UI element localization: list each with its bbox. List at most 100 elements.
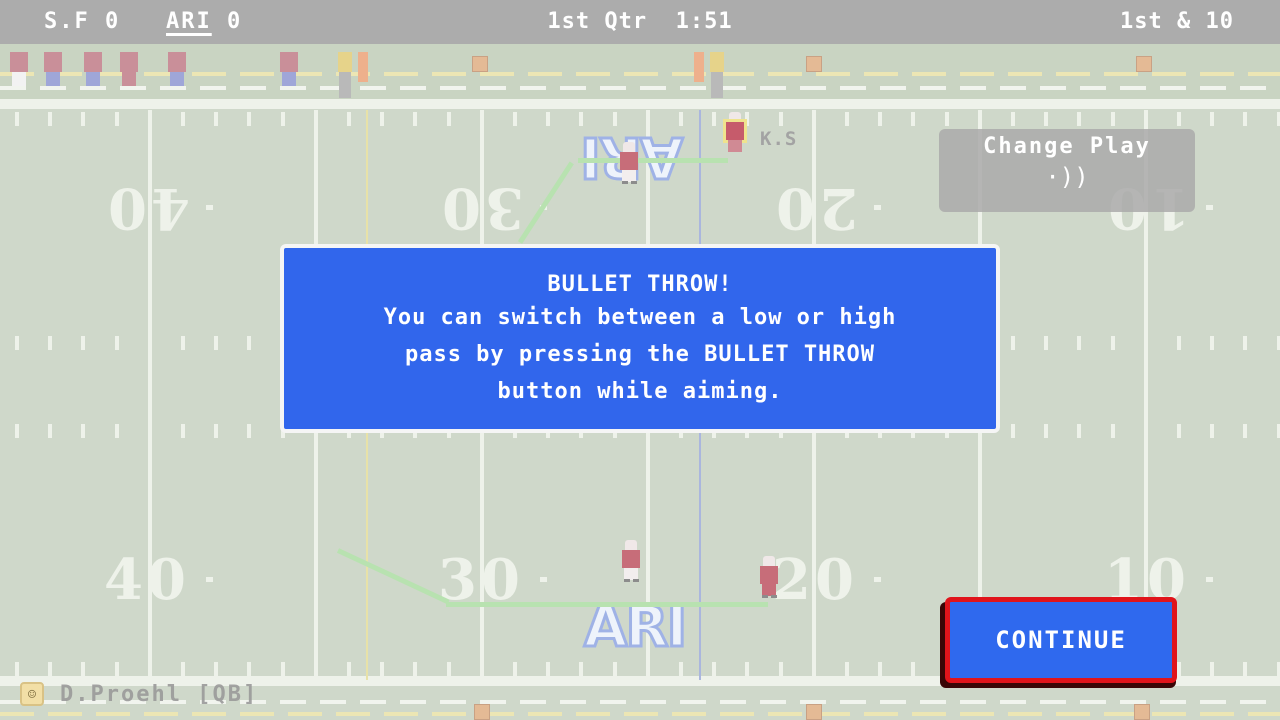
hash-mark bbox=[1210, 336, 1214, 350]
hash-mark bbox=[1044, 336, 1048, 350]
yard-arrow bbox=[540, 577, 547, 582]
hash-mark bbox=[1111, 336, 1115, 350]
hash-mark bbox=[911, 112, 915, 126]
hash-mark bbox=[1177, 112, 1181, 126]
hash-mark bbox=[413, 662, 417, 676]
yard-number-top: 30 bbox=[438, 175, 524, 241]
hash-mark bbox=[1111, 112, 1115, 126]
scoreboard-bar: S.F 0 ARI 0 1st Qtr 1:51 1st & 10 bbox=[0, 0, 1280, 44]
player-receiver[interactable] bbox=[620, 540, 642, 582]
hash-mark bbox=[447, 662, 451, 676]
player-receiver-selected[interactable] bbox=[724, 112, 746, 154]
hash-mark bbox=[978, 112, 982, 126]
hash-mark bbox=[447, 112, 451, 126]
hash-mark bbox=[1011, 424, 1015, 438]
sideline-player bbox=[280, 46, 298, 86]
hash-mark bbox=[1077, 112, 1081, 126]
hash-mark bbox=[115, 336, 119, 350]
hash-mark bbox=[181, 336, 185, 350]
hash-mark bbox=[613, 662, 617, 676]
continue-button[interactable]: CONTINUE bbox=[945, 597, 1177, 683]
hash-mark bbox=[1210, 112, 1214, 126]
yard-arrow bbox=[874, 205, 881, 210]
down-marker bbox=[472, 56, 488, 72]
hash-mark bbox=[1044, 112, 1048, 126]
chain-marker bbox=[694, 46, 704, 100]
hash-mark bbox=[1177, 424, 1181, 438]
down-distance: 1st & 10 bbox=[1120, 9, 1234, 34]
hash-mark bbox=[148, 662, 152, 676]
hash-mark bbox=[247, 662, 251, 676]
hash-mark bbox=[15, 424, 19, 438]
hash-mark bbox=[115, 424, 119, 438]
hash-mark bbox=[1077, 336, 1081, 350]
hash-mark bbox=[945, 112, 949, 126]
chain-marker bbox=[358, 46, 368, 100]
hash-mark bbox=[1210, 424, 1214, 438]
down-marker bbox=[1136, 56, 1152, 72]
hash-mark bbox=[48, 112, 52, 126]
hash-mark bbox=[380, 662, 384, 676]
receiver-route bbox=[336, 548, 450, 605]
hash-mark bbox=[281, 662, 285, 676]
hash-mark bbox=[1144, 112, 1148, 126]
yard-number-bottom: 30 bbox=[438, 547, 524, 613]
yard-arrow bbox=[206, 205, 213, 210]
hash-mark bbox=[15, 336, 19, 350]
hash-mark bbox=[546, 662, 550, 676]
hash-mark bbox=[878, 112, 882, 126]
player-receiver[interactable] bbox=[618, 142, 640, 184]
hash-mark bbox=[148, 424, 152, 438]
hash-mark bbox=[1077, 424, 1081, 438]
hash-mark bbox=[247, 336, 251, 350]
sideline-dash-yellow bbox=[0, 72, 1280, 76]
game-clock: 1st Qtr 1:51 bbox=[0, 9, 1280, 34]
hash-mark bbox=[181, 112, 185, 126]
hash-mark bbox=[1210, 662, 1214, 676]
hash-mark bbox=[347, 112, 351, 126]
smiley-face-icon: ☺ bbox=[20, 682, 44, 706]
sideline-player bbox=[10, 46, 28, 86]
down-marker bbox=[806, 704, 822, 720]
hash-mark bbox=[314, 662, 318, 676]
hash-mark bbox=[148, 112, 152, 126]
hash-mark bbox=[546, 112, 550, 126]
hash-mark bbox=[1243, 424, 1247, 438]
team-logo-bottom: ARI bbox=[582, 595, 688, 660]
hash-mark bbox=[15, 662, 19, 676]
change-play-button[interactable]: Change Play ·)) bbox=[939, 129, 1195, 212]
yard-arrow bbox=[206, 577, 213, 582]
yard-arrow bbox=[1206, 205, 1213, 210]
player-receiver[interactable] bbox=[758, 556, 780, 598]
receiver-route bbox=[517, 161, 574, 244]
hash-mark bbox=[1044, 424, 1048, 438]
sideline-player bbox=[44, 46, 62, 86]
hash-mark bbox=[48, 662, 52, 676]
tutorial-message: You can switch between a low or high pas… bbox=[383, 305, 897, 404]
hash-mark bbox=[214, 424, 218, 438]
sideline-player bbox=[168, 46, 186, 86]
hash-mark bbox=[1111, 424, 1115, 438]
signal-waves-icon: ·)) bbox=[1045, 163, 1089, 191]
yard-number-top: 40 bbox=[104, 175, 190, 241]
hash-mark bbox=[1243, 112, 1247, 126]
hash-mark bbox=[48, 336, 52, 350]
hash-mark bbox=[81, 112, 85, 126]
hash-mark bbox=[513, 662, 517, 676]
hash-mark bbox=[413, 112, 417, 126]
hash-mark bbox=[380, 112, 384, 126]
hash-mark bbox=[911, 662, 915, 676]
hash-mark bbox=[480, 112, 484, 126]
hash-mark bbox=[247, 424, 251, 438]
hash-mark bbox=[181, 424, 185, 438]
quarter: 1st Qtr bbox=[547, 9, 648, 34]
hash-mark bbox=[247, 112, 251, 126]
referee bbox=[338, 46, 352, 100]
hash-mark bbox=[480, 662, 484, 676]
clock: 1:51 bbox=[675, 9, 733, 34]
hash-mark bbox=[1011, 112, 1015, 126]
hash-mark bbox=[115, 112, 119, 126]
yard-number-top: 20 bbox=[772, 175, 858, 241]
hash-mark bbox=[347, 662, 351, 676]
hash-mark bbox=[314, 112, 318, 126]
